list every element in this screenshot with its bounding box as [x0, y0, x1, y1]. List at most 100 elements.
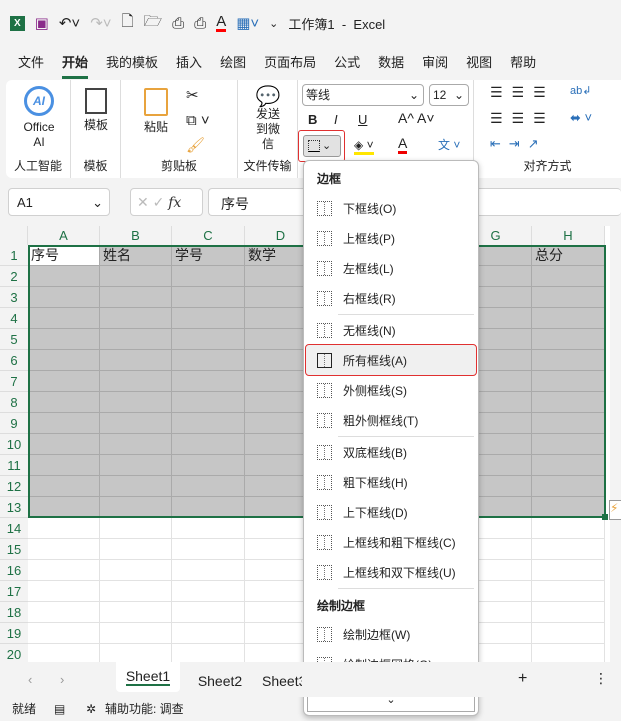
border-button-highlight[interactable]: ⌄: [298, 130, 345, 162]
cell[interactable]: [172, 497, 245, 518]
cell[interactable]: [100, 518, 172, 539]
cell[interactable]: [28, 308, 100, 329]
cell[interactable]: [172, 581, 245, 602]
bold-button[interactable]: B: [308, 112, 317, 127]
menu-item-items2-2[interactable]: 外侧框线(S): [306, 375, 476, 405]
row-header[interactable]: 8: [0, 392, 28, 413]
column-header-H[interactable]: H: [532, 226, 605, 245]
row-header[interactable]: 13: [0, 497, 28, 518]
cell[interactable]: [28, 560, 100, 581]
cell[interactable]: [532, 560, 605, 581]
align-top-icons[interactable]: ☰☰☰: [490, 84, 555, 101]
menu-item-items3-3[interactable]: 上框线和粗下框线(C): [306, 527, 476, 557]
cell[interactable]: [172, 413, 245, 434]
open-folder-icon[interactable]: 🗁: [144, 11, 163, 36]
tab-help[interactable]: 帮助: [501, 50, 545, 76]
select-all-corner[interactable]: [0, 226, 28, 245]
next-sheet-icon[interactable]: ›: [60, 672, 64, 687]
row-header[interactable]: 4: [0, 308, 28, 329]
more-options-icon[interactable]: ⋮: [594, 670, 608, 687]
font-name-select[interactable]: 等线 ⌄: [302, 84, 424, 106]
enter-icon[interactable]: ✓: [153, 194, 165, 210]
italic-button[interactable]: I: [334, 112, 338, 127]
cell[interactable]: [100, 476, 172, 497]
accessibility-icon[interactable]: ✲: [86, 697, 96, 721]
menu-item-items4-0[interactable]: 绘制边框(W): [306, 619, 476, 649]
accessibility-status[interactable]: 辅助功能: 调查: [105, 697, 184, 721]
cell[interactable]: [100, 434, 172, 455]
add-sheet-icon[interactable]: +: [518, 670, 527, 688]
cell[interactable]: [532, 329, 605, 350]
tab-page-layout[interactable]: 页面布局: [255, 50, 325, 76]
cell[interactable]: [28, 287, 100, 308]
new-file-icon[interactable]: 🗋: [122, 11, 134, 36]
row-header[interactable]: 14: [0, 518, 28, 539]
cell[interactable]: [100, 497, 172, 518]
cell[interactable]: [532, 602, 605, 623]
menu-item-items2-0[interactable]: 无框线(N): [306, 315, 476, 345]
customize-icon[interactable]: ⌄: [269, 17, 278, 30]
cut-icon[interactable]: ✂: [186, 86, 199, 104]
cell[interactable]: [532, 371, 605, 392]
sheet-tab-sheet3[interactable]: Sheet3: [262, 662, 302, 700]
cell[interactable]: [172, 371, 245, 392]
underline-button[interactable]: U: [358, 112, 367, 127]
cell[interactable]: [100, 350, 172, 371]
wrap-text-icon[interactable]: ab↲: [570, 84, 591, 97]
name-box[interactable]: A1 ⌄: [8, 188, 110, 216]
cell[interactable]: [100, 539, 172, 560]
cell[interactable]: [532, 623, 605, 644]
row-header[interactable]: 12: [0, 476, 28, 497]
tab-draw[interactable]: 绘图: [211, 50, 255, 76]
menu-item-items2-3[interactable]: 粗外侧框线(T): [306, 405, 476, 435]
cancel-icon[interactable]: ✕: [137, 194, 149, 210]
cell[interactable]: [172, 434, 245, 455]
row-header[interactable]: 3: [0, 287, 28, 308]
office-ai-button[interactable]: AI Office AI: [14, 86, 64, 150]
row-header[interactable]: 6: [0, 350, 28, 371]
row-header[interactable]: 15: [0, 539, 28, 560]
format-painter-icon[interactable]: 🖌: [186, 136, 205, 154]
borders-button[interactable]: ⌄: [303, 135, 341, 157]
cell[interactable]: [172, 308, 245, 329]
merge-center-icon[interactable]: ⬌ ˅: [570, 110, 592, 126]
cell[interactable]: 姓名: [100, 245, 172, 266]
font-size-select[interactable]: 12 ⌄: [429, 84, 469, 106]
column-header-B[interactable]: B: [100, 226, 172, 245]
cell[interactable]: [100, 602, 172, 623]
cell[interactable]: [28, 371, 100, 392]
row-header[interactable]: 9: [0, 413, 28, 434]
cell[interactable]: [532, 497, 605, 518]
cell[interactable]: [172, 329, 245, 350]
cell[interactable]: [100, 560, 172, 581]
cell[interactable]: [172, 287, 245, 308]
tab-my-templates[interactable]: 我的模板: [97, 50, 167, 76]
cell[interactable]: [28, 455, 100, 476]
cell[interactable]: [28, 602, 100, 623]
cell[interactable]: [532, 581, 605, 602]
cell[interactable]: [532, 413, 605, 434]
cell[interactable]: [172, 392, 245, 413]
cell[interactable]: [172, 455, 245, 476]
tab-view[interactable]: 视图: [457, 50, 501, 76]
cell[interactable]: [28, 539, 100, 560]
row-header[interactable]: 11: [0, 455, 28, 476]
sheet-tab-sheet1[interactable]: Sheet1: [116, 662, 180, 692]
row-header[interactable]: 5: [0, 329, 28, 350]
cell[interactable]: [28, 350, 100, 371]
row-header[interactable]: 2: [0, 266, 28, 287]
cell[interactable]: 学号: [172, 245, 245, 266]
cell[interactable]: [172, 539, 245, 560]
sheet-tab-sheet2[interactable]: Sheet2: [190, 662, 250, 700]
row-header[interactable]: 16: [0, 560, 28, 581]
cell[interactable]: [28, 266, 100, 287]
increase-font-icon[interactable]: A^ A˅: [398, 110, 435, 126]
print-preview-icon[interactable]: ⎙: [172, 15, 184, 32]
tab-review[interactable]: 审阅: [413, 50, 457, 76]
cell[interactable]: [28, 392, 100, 413]
row-header[interactable]: 7: [0, 371, 28, 392]
menu-item-items1-3[interactable]: 右框线(R): [306, 283, 476, 313]
cell[interactable]: [100, 413, 172, 434]
freeze-panes-icon[interactable]: ▦˅: [236, 14, 259, 32]
macro-record-icon[interactable]: ▤: [54, 697, 65, 721]
